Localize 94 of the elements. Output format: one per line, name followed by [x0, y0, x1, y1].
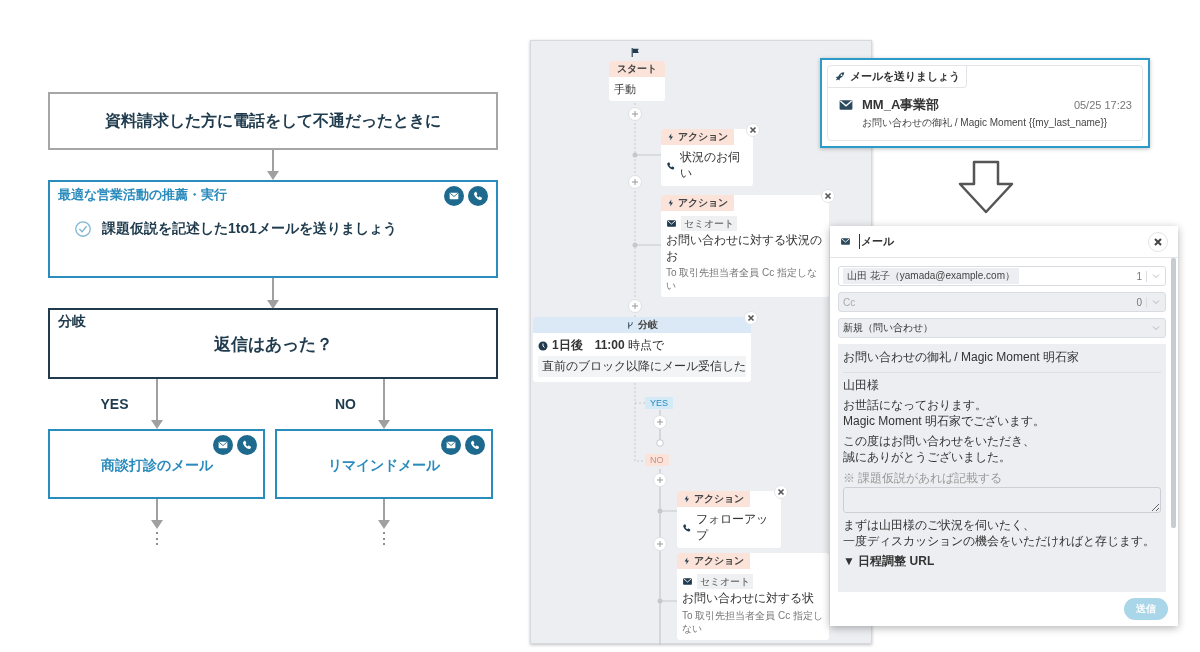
recipient-chip: 山田 花子（yamada@example.com）: [843, 268, 1019, 284]
mode-chip: セミオート: [681, 216, 737, 231]
body-text: この度はお問い合わせをいただき、: [843, 434, 1036, 450]
mail-icon: [838, 97, 854, 113]
add-step-button[interactable]: [628, 107, 642, 121]
arrow: [267, 150, 279, 180]
chevron-icon: [1151, 271, 1161, 281]
mail-icon: [213, 435, 233, 455]
recipient-count: 1: [1136, 270, 1147, 282]
end-point-icon: [656, 439, 664, 447]
timestamp: 05/25 17:23: [1073, 99, 1132, 111]
node-title: 最適な営業活動の推薦・実行: [58, 186, 227, 204]
clock-icon: [538, 340, 548, 351]
card-header-label: アクション: [694, 492, 744, 506]
branch-icon: [626, 320, 635, 330]
card-header-label: アクション: [678, 196, 728, 210]
mail-icon: [682, 576, 693, 587]
template-select[interactable]: 新規（問い合わせ）: [838, 318, 1166, 338]
disclosure-toggle[interactable]: ▼ 日程調整 URL: [843, 554, 1161, 570]
hint-text: ※ 課題仮説があれば記載する: [843, 470, 1004, 487]
body-text: 山田様: [843, 377, 880, 394]
card-header-label: スタート: [617, 62, 657, 76]
flag-icon: [630, 47, 641, 58]
mail-icon: [666, 218, 677, 229]
recipient-text: To 取引先担当者全員 Cc 指定しない: [682, 608, 824, 635]
add-step-button[interactable]: [653, 473, 667, 487]
close-button[interactable]: [1148, 231, 1168, 252]
branch-label: NO: [335, 396, 356, 412]
bolt-icon: [683, 557, 691, 565]
body-text: 誠にありがとうございました。: [843, 449, 1012, 466]
body-text: 一度ディスカッションの機会をいただければと存じます。: [843, 533, 1156, 550]
mode-chip: セミオート: [697, 574, 753, 589]
close-button[interactable]: [774, 485, 788, 499]
add-step-button[interactable]: [628, 175, 642, 189]
card-header-label: 分岐: [638, 318, 658, 332]
body-text: お世話になっております。: [843, 398, 988, 414]
cc-count: 0: [1136, 296, 1147, 308]
mail-subject: お問い合わせの御礼 / Magic Moment 明石家: [843, 350, 1161, 373]
action-title: お問い合わせに対する状: [682, 591, 815, 607]
arrow: [150, 379, 163, 429]
add-step-button[interactable]: [653, 415, 667, 429]
bolt-icon: [667, 133, 675, 141]
start-trigger-text: 手動: [614, 82, 637, 97]
rocket-icon: [834, 70, 846, 83]
close-button[interactable]: [821, 189, 835, 203]
action-title: 状況のお伺い: [679, 150, 741, 182]
node-title: 分岐: [58, 313, 87, 331]
card-header-label: アクション: [678, 130, 728, 144]
branch-tag: NO: [645, 454, 669, 466]
bolt-icon: [683, 495, 691, 503]
chevron-icon: [1151, 323, 1161, 333]
chevron-icon: [1151, 297, 1161, 307]
arrow: [267, 278, 279, 309]
arrow: [378, 379, 390, 429]
phone-icon: [682, 522, 692, 533]
dialog-title: メール: [859, 234, 894, 249]
action-title: フォローアップ: [695, 512, 769, 544]
phone-icon: [666, 160, 676, 171]
add-step-button[interactable]: [628, 299, 642, 313]
phone-icon: [465, 435, 485, 455]
close-button[interactable]: [744, 311, 758, 325]
phone-icon: [237, 435, 257, 455]
action-title: お問い合わせに対する状況のお: [666, 233, 823, 265]
branch-question: 返信はあった？: [212, 334, 334, 356]
card-header-label: アクション: [694, 554, 744, 568]
task-text: 課題仮説を記述した1to1メールを送りましょう: [102, 220, 397, 238]
action-title: リマインドメール: [328, 457, 440, 475]
mail-icon: [444, 186, 464, 206]
action-title: 商談打診のメール: [100, 457, 213, 475]
suggestion-label: メールを送りましょう: [850, 69, 960, 84]
check-circle-icon: [74, 220, 92, 238]
to-field[interactable]: 山田 花子（yamada@example.com） 1: [838, 266, 1166, 286]
trigger-node: 資料請求した方に電話をして不通だったときに: [48, 92, 498, 150]
phone-icon: [468, 186, 488, 206]
body-text: まずは山田様のご状況を伺いたく、: [843, 518, 1036, 534]
mail-subject: お問い合わせの御礼 / Magic Moment {{my_last_name}}: [861, 116, 1109, 130]
body-text: Magic Moment 明石家でございます。: [843, 413, 1047, 430]
timing-text: 1日後 11:00 時点で: [552, 338, 665, 354]
condition-chip: 直前のブロック以降にメール受信した: [538, 355, 746, 378]
arrow: [378, 499, 390, 529]
branch-label: YES: [100, 396, 129, 412]
comment-field[interactable]: [843, 487, 1161, 514]
sender-name: MM_A事業部: [862, 96, 940, 114]
continuation-mark: ⋮: [376, 531, 392, 547]
mail-icon: [441, 435, 461, 455]
mail-icon: [840, 236, 851, 247]
arrow: [150, 499, 163, 529]
recipient-text: To 取引先担当者全員 Cc 指定しない: [666, 266, 819, 293]
down-arrow: [958, 160, 1014, 214]
bolt-icon: [667, 199, 675, 207]
close-button[interactable]: [746, 123, 760, 137]
continuation-mark: ⋮: [148, 531, 165, 547]
add-step-button[interactable]: [653, 537, 667, 551]
branch-tag: YES: [645, 397, 673, 409]
